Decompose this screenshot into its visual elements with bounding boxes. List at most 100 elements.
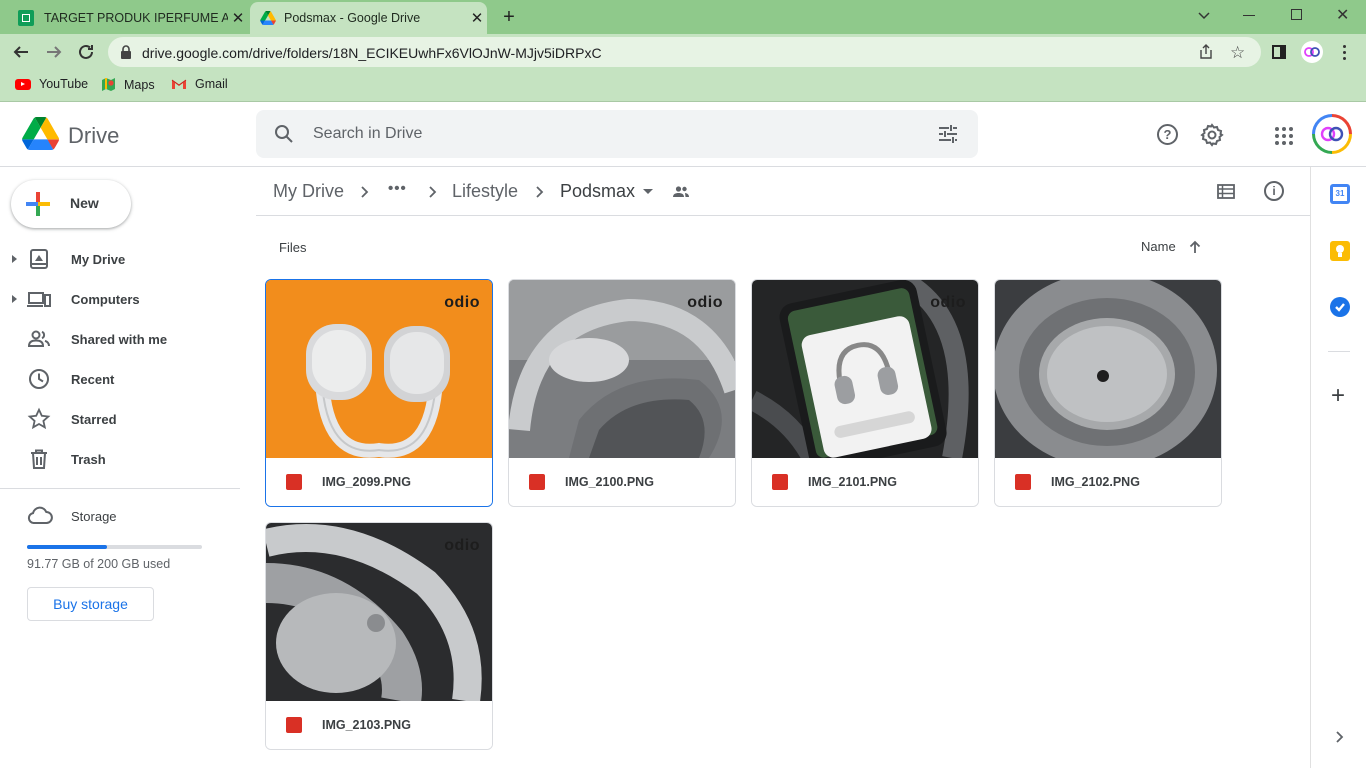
file-card[interactable]: odio IMG_2101.PNG <box>751 279 979 507</box>
bookmark-star-icon[interactable]: ☆ <box>1230 43 1245 63</box>
browser-tab-drive[interactable]: Podsmax - Google Drive ✕ <box>250 2 487 34</box>
share-icon[interactable] <box>1198 44 1214 60</box>
drive-logo-icon[interactable] <box>22 117 59 150</box>
file-name: IMG_2099.PNG <box>322 475 411 489</box>
youtube-icon <box>15 78 31 90</box>
app-name[interactable]: Drive <box>68 123 119 149</box>
side-panel: 31 + <box>1310 167 1366 768</box>
reload-icon[interactable] <box>77 43 95 61</box>
minimize-icon[interactable] <box>1243 15 1255 16</box>
sidebar-item-my-drive[interactable]: My Drive <box>0 243 240 275</box>
account-avatar[interactable] <box>1312 114 1352 154</box>
breadcrumb-my-drive[interactable]: My Drive <box>273 181 344 202</box>
close-window-icon[interactable]: ✕ <box>1336 5 1349 25</box>
storage-used-text: 91.77 GB of 200 GB used <box>27 557 171 571</box>
gmail-icon <box>171 78 187 90</box>
chevron-right-icon <box>536 186 544 198</box>
brand-logo: odio <box>444 294 480 311</box>
browser-tab-strip: TARGET PRODUK IPERFUME AGU ✕ Podsmax - G… <box>0 0 1366 34</box>
lock-icon[interactable] <box>120 45 132 59</box>
sidebar-item-trash[interactable]: Trash <box>0 443 240 475</box>
computers-icon <box>27 287 51 311</box>
help-icon[interactable]: ? <box>1157 124 1178 145</box>
drive-header: Drive Search in Drive ? <box>0 103 1366 167</box>
keep-icon[interactable] <box>1330 241 1350 261</box>
main-content: My Drive ••• Lifestyle Podsmax i Files N… <box>256 167 1310 768</box>
forward-icon[interactable] <box>45 43 63 61</box>
sheets-favicon-icon <box>18 10 34 26</box>
cloud-icon <box>27 504 53 528</box>
breadcrumb-current-folder[interactable]: Podsmax <box>560 181 635 202</box>
search-bar[interactable]: Search in Drive <box>256 110 978 158</box>
new-tab-icon[interactable]: + <box>499 6 519 29</box>
sidebar-item-storage[interactable]: Storage <box>0 500 240 532</box>
expand-caret-icon[interactable] <box>12 295 17 303</box>
plus-icon <box>26 192 50 216</box>
new-button[interactable]: New <box>11 180 131 228</box>
buy-storage-button[interactable]: Buy storage <box>27 587 154 621</box>
restore-icon[interactable] <box>1291 9 1302 20</box>
storage-progress-bar <box>27 545 202 549</box>
list-view-icon[interactable] <box>1217 184 1235 199</box>
file-card[interactable]: IMG_2102.PNG <box>994 279 1222 507</box>
search-icon[interactable] <box>274 124 294 144</box>
tasks-icon[interactable] <box>1330 297 1350 317</box>
bookmark-gmail[interactable]: Gmail <box>171 77 228 91</box>
bookmark-maps[interactable]: Maps <box>101 77 155 92</box>
file-name: IMG_2100.PNG <box>565 475 654 489</box>
chevron-right-icon <box>429 186 437 198</box>
breadcrumb: My Drive ••• Lifestyle Podsmax i <box>256 167 1310 216</box>
calendar-icon[interactable]: 31 <box>1330 184 1350 204</box>
address-bar[interactable]: drive.google.com/drive/folders/18N_ECIKE… <box>108 37 1261 67</box>
apps-grid-icon[interactable] <box>1275 127 1293 145</box>
expand-caret-icon[interactable] <box>12 255 17 263</box>
brand-logo: odio <box>930 294 966 311</box>
breadcrumb-more-button[interactable]: ••• <box>388 180 407 197</box>
shared-folder-icon <box>672 184 690 200</box>
bookmark-youtube[interactable]: YouTube <box>15 77 88 91</box>
sort-by-name-button[interactable]: Name <box>1141 239 1201 254</box>
drive-favicon-icon <box>260 11 276 25</box>
brand-logo: odio <box>687 294 723 311</box>
sidebar-item-shared-with-me[interactable]: Shared with me <box>0 323 240 355</box>
file-thumbnail <box>995 280 1221 458</box>
new-button-label: New <box>70 195 99 211</box>
back-icon[interactable] <box>12 43 30 61</box>
url-text: drive.google.com/drive/folders/18N_ECIKE… <box>142 45 602 61</box>
files-section-label: Files <box>279 240 307 255</box>
brand-logo: odio <box>444 537 480 554</box>
close-tab-icon[interactable]: ✕ <box>228 8 248 28</box>
get-addons-plus-icon[interactable]: + <box>1331 384 1345 408</box>
file-name: IMG_2101.PNG <box>808 475 897 489</box>
settings-gear-icon[interactable] <box>1200 123 1224 147</box>
file-card[interactable]: odio IMG_2103.PNG <box>265 522 493 750</box>
trash-icon <box>27 447 51 471</box>
maps-icon <box>101 77 116 92</box>
view-details-info-icon[interactable]: i <box>1264 181 1284 201</box>
breadcrumb-lifestyle[interactable]: Lifestyle <box>452 181 518 202</box>
storage-progress-fill <box>27 545 108 549</box>
sidebar-item-starred[interactable]: Starred <box>0 403 240 435</box>
my-drive-icon <box>27 247 51 271</box>
chevron-right-icon <box>361 186 369 198</box>
search-options-icon[interactable] <box>938 125 958 143</box>
shared-icon <box>27 327 51 351</box>
folder-menu-dropdown-icon[interactable] <box>643 189 653 194</box>
tab-title: Podsmax - Google Drive <box>284 11 421 25</box>
tab-search-chevron-icon[interactable] <box>1197 8 1211 22</box>
side-panel-icon[interactable] <box>1272 45 1286 59</box>
browser-menu-icon[interactable] <box>1343 45 1347 60</box>
profile-avatar-icon[interactable] <box>1301 41 1323 63</box>
file-card[interactable]: odio IMG_2100.PNG <box>508 279 736 507</box>
close-tab-icon[interactable]: ✕ <box>467 8 487 28</box>
file-name: IMG_2102.PNG <box>1051 475 1140 489</box>
sidebar-item-recent[interactable]: Recent <box>0 363 240 395</box>
file-card[interactable]: odio IMG_2099.PNG <box>265 279 493 507</box>
sort-ascending-arrow-icon[interactable] <box>1189 240 1201 254</box>
search-input[interactable]: Search in Drive <box>313 125 422 143</box>
show-side-panel-chevron-icon[interactable] <box>1333 730 1345 744</box>
sidebar-item-computers[interactable]: Computers <box>0 283 240 315</box>
browser-tab-sheets[interactable]: TARGET PRODUK IPERFUME AGU ✕ <box>8 2 248 34</box>
image-file-icon <box>529 474 545 490</box>
sidebar-divider <box>0 488 240 489</box>
